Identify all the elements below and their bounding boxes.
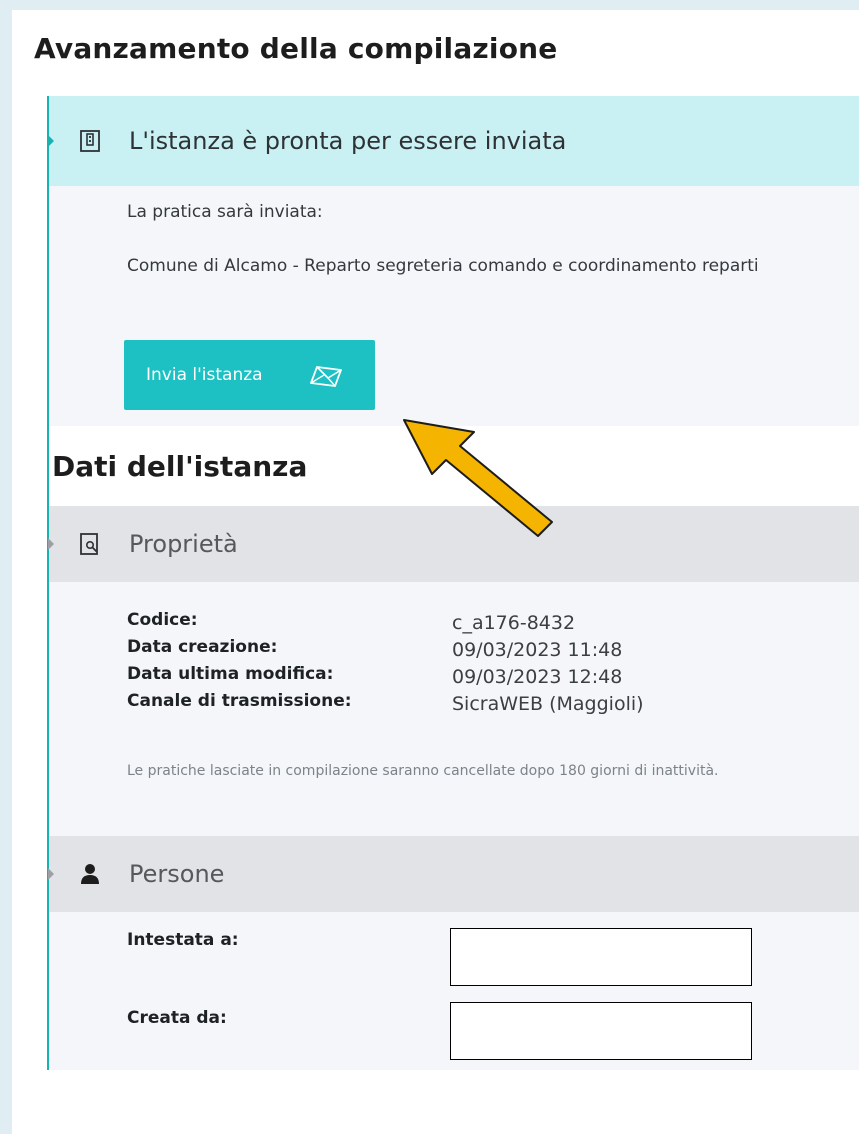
ready-section-header[interactable]: L'istanza è pronta per essere inviata [48, 96, 859, 186]
person-icon [79, 862, 101, 886]
properties-section: Proprietà Codice: c_a176-8432 Data creaz… [48, 506, 859, 836]
send-instance-button[interactable]: Invia l'istanza [124, 340, 375, 410]
deletion-note: Le pratiche lasciate in compilazione sar… [127, 763, 719, 779]
instance-data-title: Dati dell'istanza [52, 450, 308, 483]
field-key-data-ultima-modifica: Data ultima modifica: [127, 664, 334, 684]
send-info-label: La pratica sarà inviata: [127, 202, 323, 222]
field-key-canale: Canale di trasmissione: [127, 691, 352, 711]
field-key-intestata: Intestata a: [127, 930, 239, 950]
people-header[interactable]: Persone [48, 836, 859, 912]
caret-right-icon [48, 135, 54, 147]
field-value-data-ultima-modifica: 09/03/2023 12:48 [452, 666, 623, 688]
field-value-canale: SicraWEB (Maggioli) [452, 693, 644, 715]
progress-title: Avanzamento della compilazione [34, 32, 558, 65]
redacted-value-box [450, 1002, 752, 1060]
ready-status-label: L'istanza è pronta per essere inviata [129, 127, 567, 155]
annotation-arrow-icon [403, 419, 553, 537]
send-button-label: Invia l'istanza [146, 365, 263, 385]
door-icon [79, 129, 101, 153]
field-value-codice: c_a176-8432 [452, 612, 576, 634]
envelope-icon [306, 364, 344, 388]
field-key-data-creazione: Data creazione: [127, 637, 278, 657]
ready-section: L'istanza è pronta per essere inviata La… [48, 96, 859, 426]
field-value-data-creazione: 09/03/2023 11:48 [452, 639, 623, 661]
redacted-value-box [450, 928, 752, 986]
caret-right-icon [48, 538, 54, 550]
main-panel: Avanzamento della compilazione L'istanza… [12, 10, 859, 1134]
recipient-text: Comune di Alcamo - Reparto segreteria co… [127, 256, 759, 276]
people-section: Persone Intestata a: Creata da: [48, 836, 859, 1070]
field-key-creata-da: Creata da: [127, 1008, 227, 1028]
properties-label: Proprietà [129, 530, 238, 558]
people-label: Persone [129, 860, 225, 888]
field-key-codice: Codice: [127, 610, 198, 630]
document-search-icon [79, 532, 101, 556]
caret-right-icon [48, 868, 54, 880]
